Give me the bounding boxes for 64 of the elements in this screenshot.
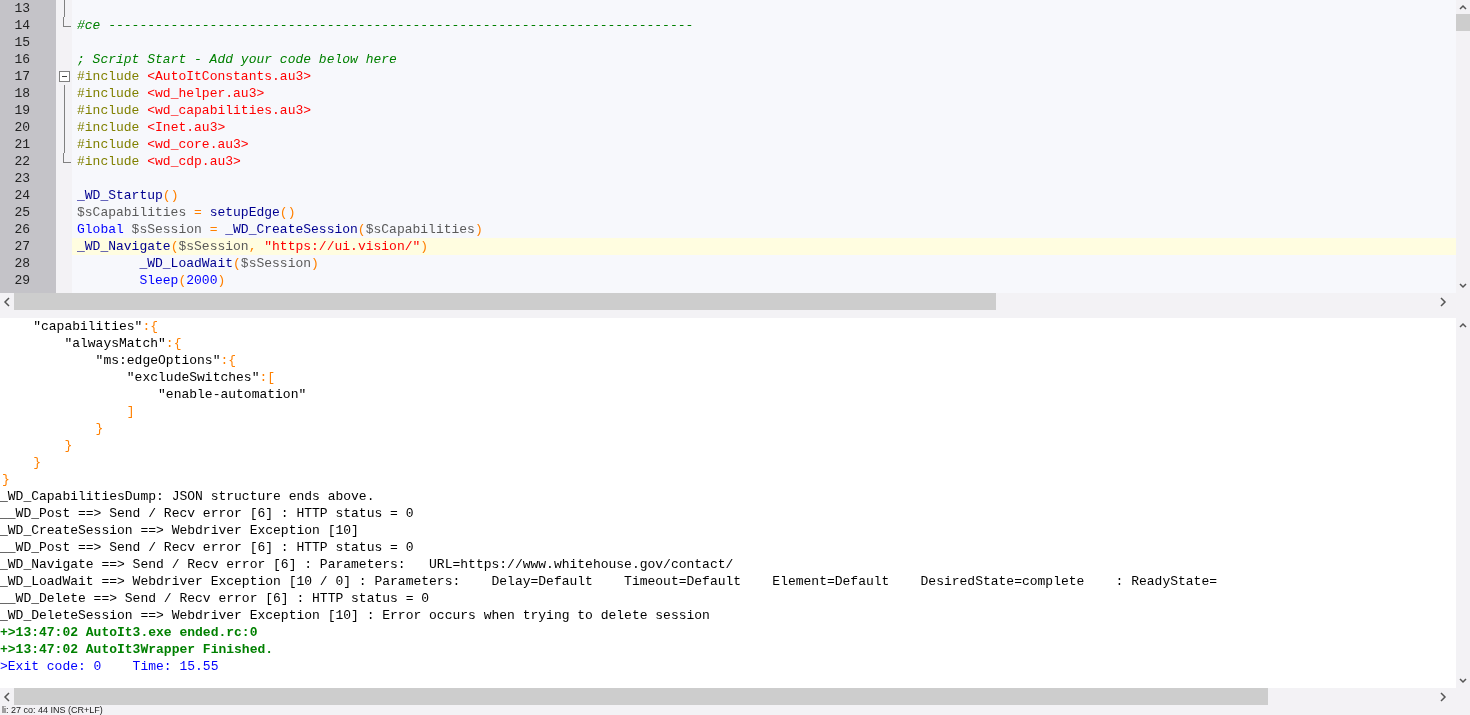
line-number: 28	[14, 255, 30, 272]
line-number: 22	[14, 153, 30, 170]
output-line: _WD_LoadWait ==> Webdriver Exception [10 / 0] : Parameters: Delay=Default Timeout=Default Element=Default DesiredState=complete : ReadyState=	[0, 573, 1218, 590]
output-line: }	[63, 437, 74, 454]
line-number: 16	[14, 51, 30, 68]
output-line: "capabilities":{	[32, 318, 160, 335]
code-line: Global $sSession = _WD_CreateSession($sCapabilities)	[76, 221, 484, 238]
output-line: "ms:edgeOptions":{	[94, 352, 238, 369]
code-line: #include <wd_core.au3>	[76, 136, 250, 153]
output-line: "excludeSwitches":[	[125, 369, 277, 386]
line-number: 26	[14, 221, 30, 238]
line-number: 29	[14, 272, 30, 289]
code-line: #include <wd_capabilities.au3>	[76, 102, 313, 119]
scrollbar-thumb[interactable]	[14, 293, 996, 310]
output-line: }	[94, 420, 105, 437]
code-line: #include <Inet.au3>	[76, 119, 227, 136]
output-line: __WD_Post ==> Send / Recv error [6] : HTTP status = 0	[0, 505, 415, 522]
code-line: #include <wd_cdp.au3>	[76, 153, 242, 170]
scroll-down-icon[interactable]	[1459, 283, 1467, 289]
vertical-scrollbar[interactable]	[1456, 0, 1470, 293]
line-number: 15	[14, 34, 30, 51]
output-line: ]	[125, 403, 136, 420]
line-number: 23	[14, 170, 30, 187]
output-line: _WD_DeleteSession ==> Webdriver Exception [10] : Error occurs when trying to delete session	[0, 607, 711, 624]
output-line: _WD_Navigate ==> Send / Recv error [6] : Parameters: URL=https://www.whitehouse.gov/contact/	[0, 556, 735, 573]
output-line: __WD_Delete ==> Send / Recv error [6] : HTTP status = 0	[0, 590, 431, 607]
line-number: 25	[14, 204, 30, 221]
output-line: _WD_CapabilitiesDump: JSON structure ends above.	[0, 488, 376, 505]
fold-end-line	[63, 17, 71, 27]
code-line: #include <wd_helper.au3>	[76, 85, 266, 102]
line-number: 18	[14, 85, 30, 102]
output-line: }	[1, 471, 11, 488]
line-number: 19	[14, 102, 30, 119]
output-line: >Exit code: 0 Time: 15.55	[0, 658, 220, 675]
status-bar: li: 27 co: 44 INS (CR+LF)	[0, 705, 1470, 715]
line-number: 21	[14, 136, 30, 153]
code-line: $sCapabilities = setupEdge()	[76, 204, 297, 221]
fold-line	[63, 0, 65, 17]
scrollbar-thumb[interactable]	[1456, 14, 1470, 31]
fold-end-line	[63, 153, 71, 163]
code-line: ; Script Start - Add your code below here	[76, 51, 398, 68]
line-number: 20	[14, 119, 30, 136]
code-line: Sleep(2000)	[138, 272, 227, 289]
collapse-icon[interactable]	[58, 71, 70, 82]
scroll-down-icon[interactable]	[1459, 678, 1467, 684]
output-line: __WD_Post ==> Send / Recv error [6] : HTTP status = 0	[0, 539, 415, 556]
line-number: 17	[14, 68, 30, 85]
line-number: 27	[14, 238, 30, 255]
code-line: _WD_Startup()	[76, 187, 180, 204]
output-line: _WD_CreateSession ==> Webdriver Exception [10]	[0, 522, 360, 539]
output-line: "alwaysMatch":{	[63, 335, 183, 352]
horizontal-scrollbar[interactable]	[0, 293, 1470, 310]
line-number: 13	[14, 0, 30, 17]
line-number: 14	[14, 17, 30, 34]
code-line: #ce ---------------------------------------------------------------------------	[76, 17, 695, 34]
output-line: }	[32, 454, 42, 471]
code-line: _WD_LoadWait($sSession)	[138, 255, 320, 272]
scroll-up-icon[interactable]	[1459, 322, 1467, 328]
line-number: 24	[14, 187, 30, 204]
output-line: "enable-automation"	[157, 386, 308, 403]
code-line: #include <AutoItConstants.au3>	[76, 68, 313, 85]
output-line: +>13:47:02 AutoIt3.exe ended.rc:0	[0, 624, 259, 641]
output-line: +>13:47:02 AutoIt3Wrapper Finished.	[0, 641, 275, 658]
scroll-up-icon[interactable]	[1459, 4, 1467, 10]
